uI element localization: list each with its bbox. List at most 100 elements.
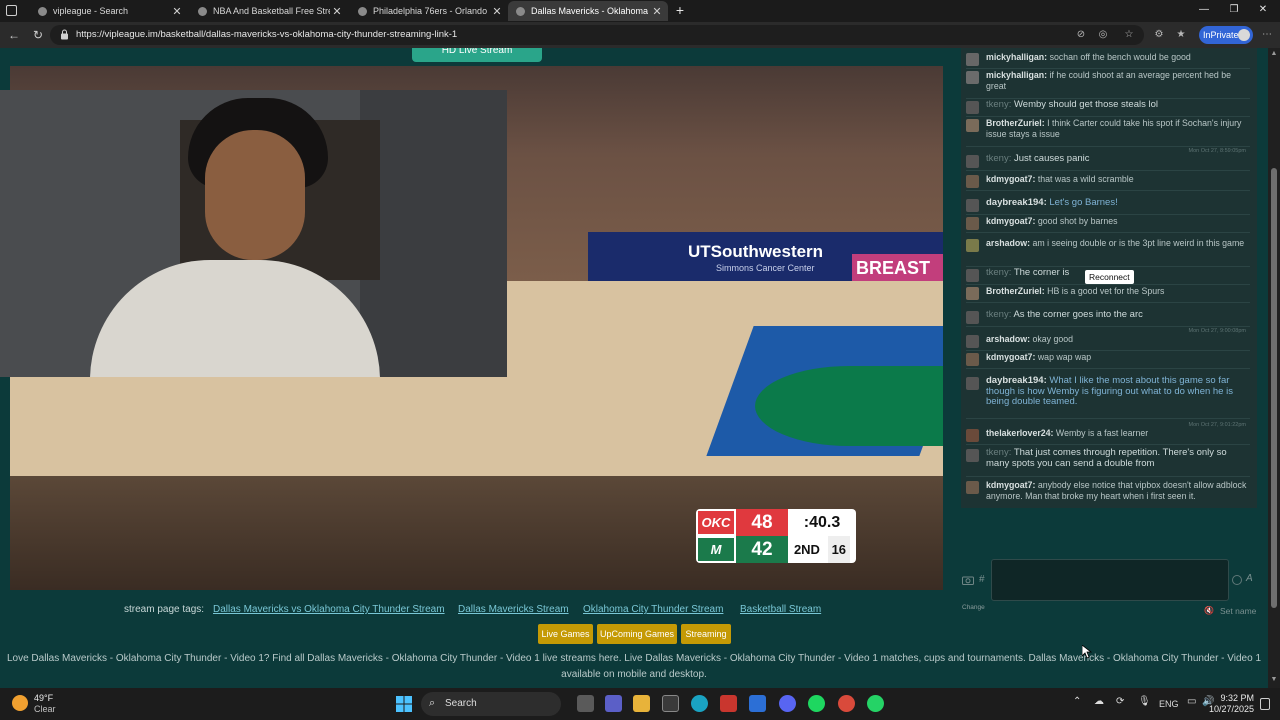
spotify-icon[interactable] — [808, 695, 825, 712]
upcoming-games-button[interactable]: UpComing Games — [597, 624, 677, 644]
close-tab-icon[interactable]: ✕ — [650, 5, 664, 18]
tab-actions-icon[interactable] — [6, 5, 17, 16]
edge-icon[interactable] — [691, 695, 708, 712]
chat-username[interactable]: arshadow: — [986, 238, 1030, 248]
chat-username[interactable]: kdmygoat7: — [986, 216, 1035, 226]
chat-avatar[interactable] — [966, 119, 979, 132]
chat-avatar[interactable] — [966, 377, 979, 390]
notification-icon[interactable] — [1260, 698, 1270, 710]
whatsapp-icon[interactable] — [867, 695, 884, 712]
refresh-button[interactable]: ↻ — [30, 27, 46, 43]
tab-dallas-oklahoma[interactable]: Dallas Mavericks - Oklahoma ✕ — [508, 1, 668, 21]
new-tab-button[interactable]: + — [670, 2, 690, 18]
chat-username[interactable]: thelakerlover24: — [986, 428, 1053, 438]
chat-username[interactable]: kdmygoat7: — [986, 352, 1035, 362]
page-scrollbar[interactable]: ▲ ▼ — [1268, 48, 1280, 688]
close-tab-icon[interactable]: ✕ — [490, 5, 504, 18]
weather-temperature[interactable]: 49°F — [34, 693, 53, 703]
close-window-button[interactable]: ✕ — [1253, 2, 1273, 18]
close-tab-icon[interactable]: ✕ — [330, 5, 344, 18]
chat-avatar[interactable] — [966, 175, 979, 188]
mute-icon[interactable]: 🔇 — [1204, 606, 1214, 615]
hd-live-stream-button[interactable]: HD Live Stream — [412, 48, 542, 62]
chat-avatar[interactable] — [966, 239, 979, 252]
tag-link-basketball[interactable]: Basketball Stream — [740, 604, 821, 615]
windows-start-icon[interactable] — [396, 696, 412, 712]
chrome-icon[interactable] — [838, 695, 855, 712]
extensions-icon[interactable]: ⚙ — [1152, 28, 1166, 42]
chat-username[interactable]: arshadow: — [986, 334, 1030, 344]
chat-avatar[interactable] — [966, 481, 979, 494]
close-tab-icon[interactable]: ✕ — [170, 5, 184, 18]
camera-icon[interactable] — [962, 575, 974, 585]
tag-link-matchup[interactable]: Dallas Mavericks vs Oklahoma City Thunde… — [213, 604, 445, 615]
chat-username[interactable]: mickyhalligan: — [986, 52, 1047, 62]
tab-philadelphia-orlando[interactable]: Philadelphia 76ers - Orlando ✕ — [350, 1, 508, 21]
reconnect-button[interactable]: Reconnect — [1085, 270, 1134, 284]
weather-icon[interactable] — [12, 695, 28, 711]
sync-tray-icon[interactable]: ⟳ — [1116, 696, 1124, 707]
chat-avatar[interactable] — [966, 53, 979, 66]
chat-avatar[interactable] — [966, 199, 979, 212]
chat-avatar[interactable] — [966, 311, 979, 324]
chat-avatar[interactable] — [966, 101, 979, 114]
browser-essentials-icon[interactable]: ◎ — [1096, 28, 1110, 42]
chat-avatar[interactable] — [966, 71, 979, 84]
mic-tray-icon[interactable]: 🎙 — [1138, 696, 1151, 707]
clock-time[interactable]: 9:32 PM — [1210, 693, 1254, 703]
file-explorer-icon[interactable] — [633, 695, 650, 712]
chat-username[interactable]: tkeny: — [986, 447, 1011, 458]
chat-username[interactable]: BrotherZuriel: — [986, 286, 1045, 296]
scroll-up-arrow[interactable]: ▲ — [1270, 50, 1278, 57]
tag-link-thunder[interactable]: Oklahoma City Thunder Stream — [583, 604, 723, 615]
favorite-star-icon[interactable]: ☆ — [1122, 28, 1136, 42]
chat-username[interactable]: tkeny: — [986, 267, 1011, 278]
taskbar-search-box[interactable]: ⌕ Search — [421, 692, 561, 716]
discord-icon[interactable] — [779, 695, 796, 712]
live-games-button[interactable]: Live Games — [538, 624, 593, 644]
streaming-button[interactable]: Streaming — [681, 624, 731, 644]
chat-username[interactable]: daybreak194: — [986, 375, 1047, 386]
chat-username[interactable]: mickyhalligan: — [986, 70, 1047, 80]
vpn-shield-icon[interactable] — [749, 695, 766, 712]
minimize-button[interactable]: — — [1194, 2, 1214, 18]
store-icon[interactable] — [662, 695, 679, 712]
chat-avatar[interactable] — [966, 269, 979, 282]
inprivate-badge[interactable]: InPrivate — [1199, 26, 1253, 44]
tab-nba-streams[interactable]: NBA And Basketball Free Streams ✕ — [190, 1, 348, 21]
chat-username[interactable]: tkeny: — [986, 309, 1011, 320]
more-menu-icon[interactable]: ⋯ — [1260, 28, 1274, 42]
app-grid-icon[interactable] — [720, 695, 737, 712]
chat-avatar[interactable] — [966, 429, 979, 442]
chat-avatar[interactable] — [966, 353, 979, 366]
chat-username[interactable]: tkeny: — [986, 99, 1011, 110]
scroll-down-arrow[interactable]: ▼ — [1270, 676, 1278, 683]
task-view-icon[interactable] — [577, 695, 594, 712]
chat-input[interactable] — [991, 559, 1229, 601]
chat-username[interactable]: daybreak194: — [986, 197, 1047, 208]
chat-avatar[interactable] — [966, 335, 979, 348]
tracking-prevention-icon[interactable]: ⊘ — [1074, 28, 1088, 42]
chat-username[interactable]: BrotherZuriel: — [986, 118, 1045, 128]
scroll-thumb[interactable] — [1271, 168, 1277, 608]
tab-vipleague-search[interactable]: vipleague - Search ✕ — [30, 1, 188, 21]
chat-username[interactable]: tkeny: — [986, 153, 1011, 164]
chat-username[interactable]: kdmygoat7: — [986, 480, 1035, 490]
chat-avatar[interactable] — [966, 287, 979, 300]
teams-icon[interactable] — [605, 695, 622, 712]
change-link[interactable]: Change — [962, 604, 985, 611]
weather-description[interactable]: Clear — [34, 704, 56, 714]
chat-username[interactable]: kdmygoat7: — [986, 174, 1035, 184]
clock-date[interactable]: 10/27/2025 — [1204, 704, 1254, 714]
chat-avatar[interactable] — [966, 217, 979, 230]
tray-overflow-icon[interactable]: ⌃ — [1073, 696, 1081, 707]
emoji-icon[interactable] — [1232, 575, 1242, 585]
display-tray-icon[interactable]: ▭ — [1187, 696, 1196, 707]
back-button[interactable]: ← — [6, 27, 22, 43]
set-name-link[interactable]: Set name — [1220, 606, 1256, 616]
language-indicator[interactable]: ENG — [1159, 699, 1179, 709]
tag-link-mavericks[interactable]: Dallas Mavericks Stream — [458, 604, 569, 615]
network-tray-icon[interactable]: ☁ — [1094, 696, 1104, 707]
favorites-icon[interactable]: ★ — [1174, 28, 1188, 42]
chat-avatar[interactable] — [966, 449, 979, 462]
